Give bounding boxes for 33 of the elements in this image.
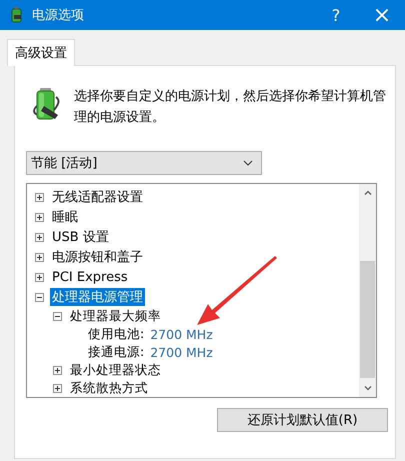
tree-item[interactable]: 电源按钮和盖子 <box>50 248 145 266</box>
expand-icon[interactable] <box>35 232 44 242</box>
tree-item[interactable]: PCI Express <box>50 270 130 284</box>
collapse-icon[interactable] <box>53 312 62 320</box>
plan-dropdown[interactable]: 节能 [活动] <box>26 151 262 175</box>
setting-value[interactable]: 2700 MHz <box>150 344 213 360</box>
tree-item[interactable]: USB 设置 <box>50 228 111 246</box>
setting-label[interactable]: 接通电源: <box>86 344 146 360</box>
tree-item[interactable]: 无线适配器设置 <box>50 188 145 206</box>
help-button[interactable]: ? <box>313 0 359 30</box>
scroll-thumb[interactable] <box>360 261 375 378</box>
expand-icon[interactable] <box>35 272 44 282</box>
setting-label[interactable]: 使用电池: <box>86 326 146 342</box>
restore-defaults-button[interactable]: 还原计划默认值(R) <box>217 408 388 432</box>
expand-icon[interactable] <box>35 212 44 222</box>
tree-item[interactable]: 睡眠 <box>50 208 80 226</box>
close-button[interactable]: × <box>359 0 405 30</box>
expand-icon[interactable] <box>35 252 44 262</box>
expand-icon[interactable] <box>53 384 62 392</box>
tree-item[interactable]: 最小处理器状态 <box>68 362 163 378</box>
window-title: 电源选项 <box>32 7 85 24</box>
tree-item[interactable]: 处理器最大频率 <box>68 308 163 324</box>
caret-icon <box>243 160 253 166</box>
tab[interactable]: 高级设置 <box>7 39 75 66</box>
description-text: 选择你要自定义的电源计划，然后选择你希望计算机管理的电源设置。 <box>74 88 387 127</box>
collapse-icon[interactable] <box>35 292 44 302</box>
expand-icon[interactable] <box>53 366 62 374</box>
tree-item[interactable]: 处理器电源管理 <box>50 288 145 306</box>
scrollbar[interactable] <box>359 184 376 397</box>
battery-plug-icon <box>32 86 62 122</box>
setting-value[interactable]: 2700 MHz <box>150 326 213 342</box>
expand-icon[interactable] <box>35 192 44 202</box>
tree-item[interactable]: 系统散热方式 <box>68 380 150 396</box>
